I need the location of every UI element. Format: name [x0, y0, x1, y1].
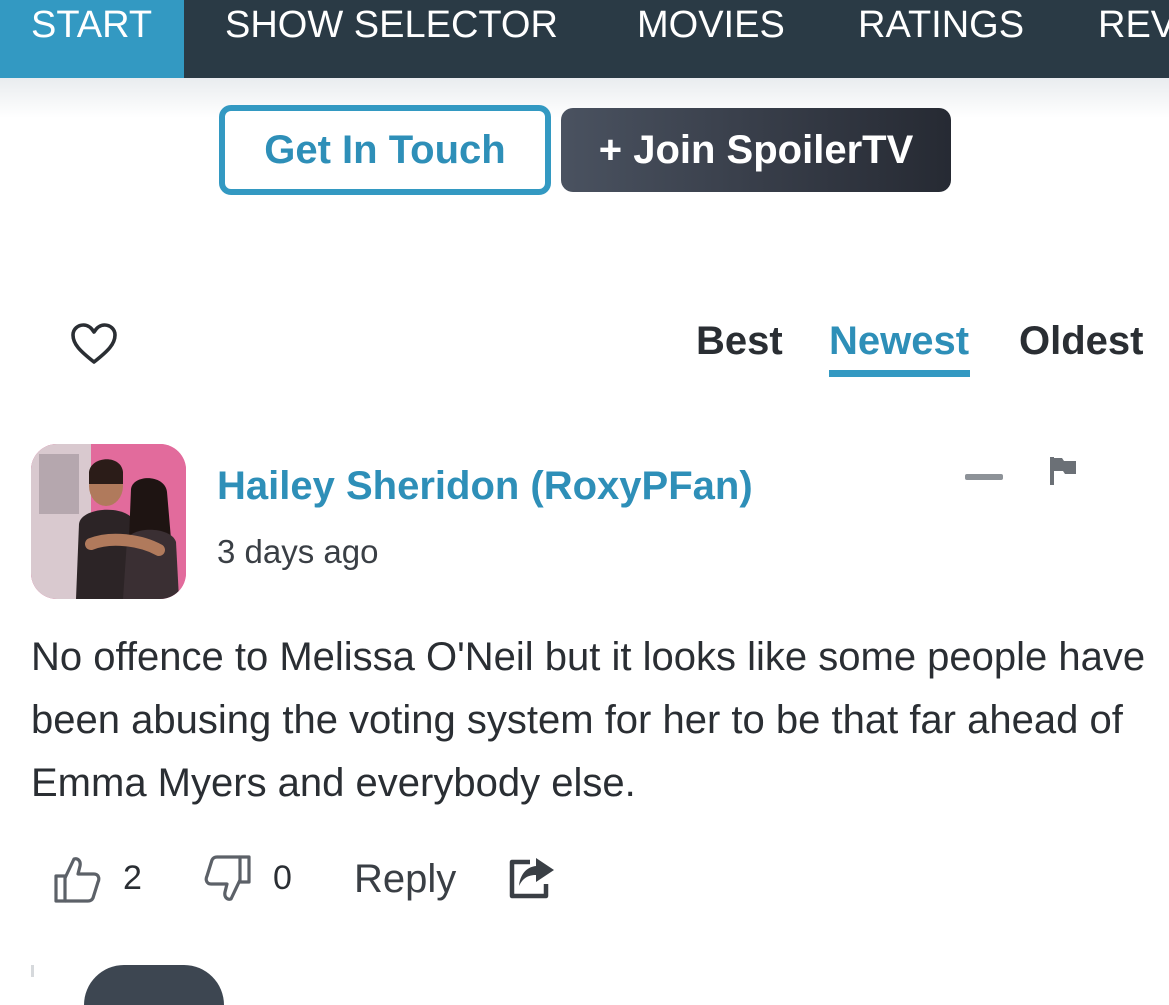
avatar[interactable]	[31, 444, 186, 599]
upvote-icon[interactable]	[53, 854, 101, 904]
upvote-count: 2	[123, 859, 142, 897]
join-spoilertv-button[interactable]: + Join SpoilerTV	[561, 108, 951, 192]
nav-item-reviews[interactable]: REV	[1098, 0, 1169, 78]
get-in-touch-button[interactable]: Get In Touch	[219, 105, 551, 195]
sort-tab-active-indicator	[829, 370, 970, 377]
nav-item-start[interactable]: START	[0, 0, 184, 78]
reply-thread-line	[31, 965, 34, 977]
sort-tab-oldest[interactable]: Oldest	[1019, 318, 1143, 364]
nav-item-show-selector[interactable]: SHOW SELECTOR	[225, 0, 558, 78]
share-icon[interactable]	[508, 856, 556, 900]
sort-tab-newest[interactable]: Newest	[829, 318, 969, 364]
top-navigation: START SHOW SELECTOR MOVIES RATINGS REV	[0, 0, 1169, 78]
reply-avatar[interactable]	[84, 965, 224, 1005]
nav-item-movies[interactable]: MOVIES	[637, 0, 785, 78]
comment-timestamp[interactable]: 3 days ago	[217, 531, 378, 573]
downvote-count: 0	[273, 859, 292, 897]
comment-author[interactable]: Hailey Sheridon (RoxyPFan)	[217, 462, 753, 510]
avatar-photo	[31, 444, 186, 599]
nav-item-ratings[interactable]: RATINGS	[858, 0, 1024, 78]
reply-button[interactable]: Reply	[354, 853, 456, 905]
collapse-icon[interactable]	[965, 474, 1003, 480]
flag-icon[interactable]	[1048, 455, 1078, 487]
sort-tab-best[interactable]: Best	[696, 318, 783, 364]
downvote-icon[interactable]	[204, 854, 252, 904]
heart-icon[interactable]	[70, 322, 118, 366]
comment-body: No offence to Melissa O'Neil but it look…	[31, 635, 1146, 805]
